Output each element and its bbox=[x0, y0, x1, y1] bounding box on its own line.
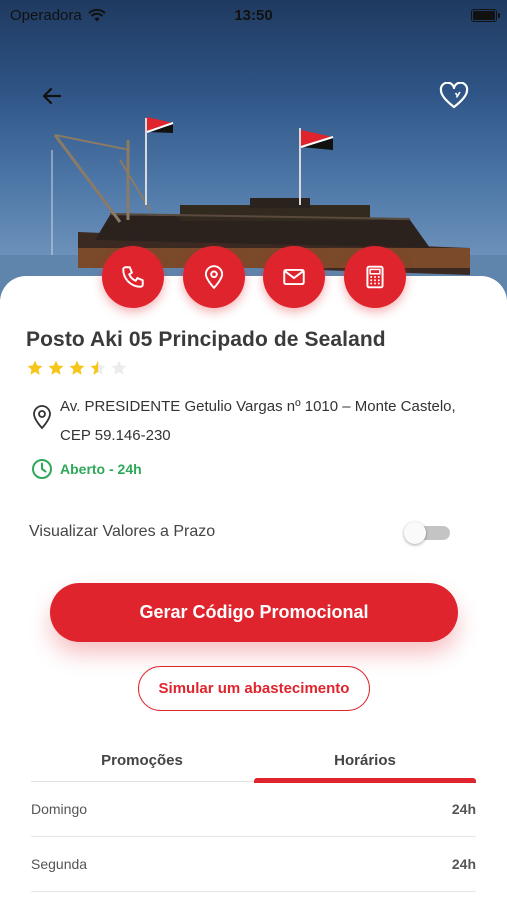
tab-horarios[interactable]: Horários bbox=[254, 738, 476, 782]
prazo-toggle-label: Visualizar Valores a Prazo bbox=[29, 523, 216, 540]
hours-value: 24h bbox=[451, 856, 476, 872]
station-name: Posto Aki 05 Principado de Sealand bbox=[26, 328, 386, 351]
station-address: Av. PRESIDENTE Getulio Vargas nº 1010 – … bbox=[60, 392, 480, 450]
map-button[interactable] bbox=[183, 246, 245, 308]
rating-stars bbox=[26, 359, 128, 377]
open-status: Aberto - 24h bbox=[60, 461, 142, 477]
battery-icon bbox=[471, 8, 500, 22]
address-line-2: CEP 59.146-230 bbox=[60, 427, 171, 444]
map-pin-icon bbox=[204, 265, 224, 290]
star-icon bbox=[48, 360, 64, 375]
star-icon bbox=[69, 360, 85, 375]
wifi-icon bbox=[88, 8, 106, 21]
favorite-button[interactable] bbox=[436, 78, 472, 114]
phone-icon bbox=[122, 266, 144, 288]
mail-icon bbox=[283, 268, 305, 286]
prazo-toggle[interactable] bbox=[404, 522, 450, 544]
call-button[interactable] bbox=[102, 246, 164, 308]
location-pin-icon bbox=[33, 405, 51, 430]
empty-star-icon bbox=[111, 360, 127, 375]
generate-code-button[interactable]: Gerar Código Promocional bbox=[50, 583, 458, 642]
quick-actions bbox=[0, 246, 507, 308]
heart-icon bbox=[439, 82, 469, 109]
back-button[interactable] bbox=[34, 78, 70, 114]
address-line-1: Av. PRESIDENTE Getulio Vargas nº 1010 – … bbox=[60, 398, 456, 415]
star-icon bbox=[27, 360, 43, 375]
hours-row: Domingo 24h bbox=[31, 782, 476, 837]
calculator-icon bbox=[366, 265, 384, 289]
status-bar: Operadora 13:50 bbox=[0, 0, 507, 30]
hours-day: Domingo bbox=[31, 801, 88, 817]
clock-icon bbox=[32, 459, 52, 479]
tab-promocoes[interactable]: Promoções bbox=[31, 738, 253, 782]
simulate-fueling-button[interactable]: Simular um abastecimento bbox=[138, 666, 370, 711]
email-button[interactable] bbox=[263, 246, 325, 308]
calculator-button[interactable] bbox=[344, 246, 406, 308]
hours-row: Segunda 24h bbox=[31, 837, 476, 892]
arrow-left-icon bbox=[42, 87, 62, 105]
hours-value: 24h bbox=[451, 801, 476, 817]
half-star-icon bbox=[90, 360, 106, 375]
tab-bar: Promoções Horários bbox=[31, 738, 476, 783]
carrier-label: Operadora bbox=[10, 6, 82, 24]
hours-day: Segunda bbox=[31, 856, 88, 872]
toggle-knob bbox=[404, 522, 426, 544]
